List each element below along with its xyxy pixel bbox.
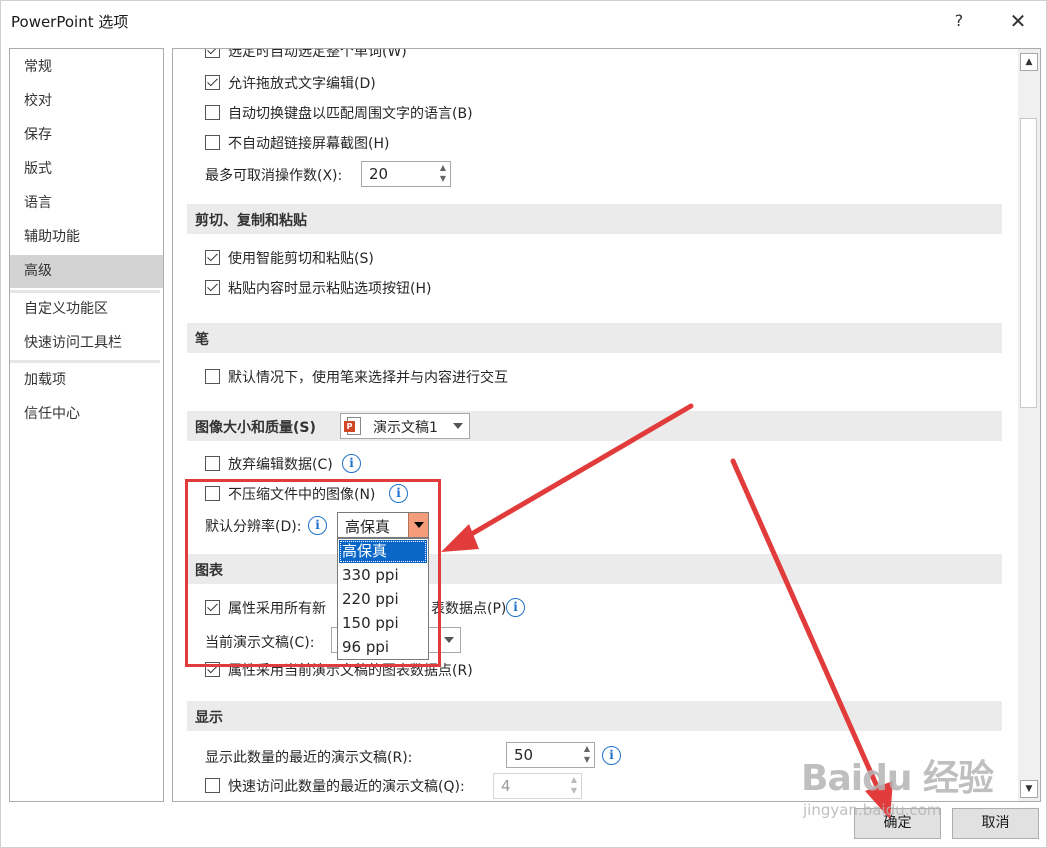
info-icon[interactable]: i (506, 598, 525, 617)
resolution-option[interactable]: 96 ppi (339, 636, 427, 659)
quick-access-value: 4 (501, 777, 511, 795)
no-compress-checkbox[interactable] (205, 486, 220, 501)
quick-access-stepper[interactable]: 4 ▲ ▼ (493, 773, 582, 799)
section-header-display: 显示 (187, 701, 1002, 731)
section-title: 剪切、复制和粘贴 (195, 213, 307, 229)
section-title: 笔 (195, 332, 209, 348)
default-resolution-value: 高保真 (345, 518, 391, 536)
cancel-button[interactable]: 取消 (952, 808, 1039, 839)
auto-select-word-label: 选定时自动选定整个单词(W) (228, 48, 407, 60)
properties-current-label: 属性采用当前演示文稿的图表数据点(R) (228, 663, 473, 679)
smart-cut-checkbox[interactable] (205, 250, 220, 265)
properties-current-checkbox[interactable] (205, 662, 220, 677)
sidebar-item-save[interactable]: 保存 (10, 119, 163, 152)
sidebar-item-accessibility[interactable]: 辅助功能 (10, 221, 163, 254)
max-undo-label: 最多可取消操作数(X): (205, 168, 343, 184)
chevron-down-icon (444, 637, 454, 643)
section-header-cut-copy-paste: 剪切、复制和粘贴 (187, 204, 1002, 234)
sidebar-item-proofing[interactable]: 校对 (10, 85, 163, 118)
sidebar-item-add-ins[interactable]: 加载项 (10, 364, 163, 397)
auto-keyboard-label: 自动切换键盘以匹配周围文字的语言(B) (228, 106, 473, 122)
properties-all-checkbox[interactable] (205, 600, 220, 615)
show-paste-options-checkbox[interactable] (205, 280, 220, 295)
no-hyperlink-screenshot-checkbox[interactable] (205, 135, 220, 150)
watermark-logo: Baidu 经验 (801, 758, 994, 799)
title-bar: PowerPoint 选项 ? ✕ (1, 1, 1047, 41)
options-dialog: PowerPoint 选项 ? ✕ 常规 校对 保存 版式 语言 辅助功能 高级… (0, 0, 1047, 848)
quick-access-label: 快速访问此数量的最近的演示文稿(Q): (228, 779, 465, 795)
allow-drag-drop-label: 允许拖放式文字编辑(D) (228, 76, 376, 92)
info-icon[interactable]: i (342, 454, 361, 473)
sidebar-item-language[interactable]: 语言 (10, 187, 163, 220)
current-presentation-label: 当前演示文稿(C): (205, 635, 315, 651)
resolution-option[interactable]: 330 ppi (339, 564, 427, 587)
document-select[interactable]: P 演示文稿1 (340, 413, 470, 439)
info-icon[interactable]: i (389, 484, 408, 503)
resolution-options-list: 高保真 330 ppi 220 ppi 150 ppi 96 ppi (337, 538, 429, 660)
settings-pane: 选定时自动选定整个单词(W) 允许拖放式文字编辑(D) 自动切换键盘以匹配周围文… (172, 48, 1041, 802)
section-title: 图像大小和质量(S) (195, 420, 316, 436)
section-header-chart: 图表 (187, 554, 1002, 584)
recent-count-stepper[interactable]: 50 ▲ ▼ (506, 742, 595, 768)
no-hyperlink-screenshot-label: 不自动超链接屏幕截图(H) (228, 136, 390, 152)
section-header-image-quality: 图像大小和质量(S) (187, 411, 1002, 441)
recent-count-value: 50 (514, 746, 534, 764)
smart-cut-label: 使用智能剪切和粘贴(S) (228, 251, 374, 267)
powerpoint-file-icon: P (344, 417, 361, 435)
scrollbar-thumb[interactable] (1020, 118, 1037, 408)
scroll-down-icon[interactable]: ▼ (1020, 780, 1038, 798)
watermark-url: jingyan.baidu.com (803, 801, 942, 819)
recent-count-label: 显示此数量的最近的演示文稿(R): (205, 750, 413, 766)
sidebar-item-advanced[interactable]: 高级 (10, 255, 163, 288)
dropdown-arrow-icon[interactable] (408, 513, 428, 537)
sidebar-item-trust-center[interactable]: 信任中心 (10, 398, 163, 431)
sidebar-item-quick-access-toolbar[interactable]: 快速访问工具栏 (10, 327, 163, 360)
section-title: 图表 (195, 563, 223, 579)
vertical-scrollbar[interactable]: ▲ ▼ (1018, 49, 1040, 801)
dialog-title: PowerPoint 选项 (11, 13, 129, 31)
stepper-arrows-icon[interactable]: ▲ ▼ (436, 162, 450, 186)
chevron-down-icon (453, 423, 463, 429)
no-compress-label: 不压缩文件中的图像(N) (228, 487, 376, 503)
close-button[interactable]: ✕ (1003, 7, 1033, 35)
section-header-pen: 笔 (187, 323, 1002, 353)
discard-edit-data-label: 放弃编辑数据(C) (228, 457, 333, 473)
quick-access-checkbox[interactable] (205, 778, 220, 793)
stepper-arrows-icon[interactable]: ▲ ▼ (567, 774, 581, 798)
max-undo-value: 20 (369, 165, 389, 183)
properties-all-label: 属性采用所有新 (228, 601, 326, 617)
use-pen-label: 默认情况下，使用笔来选择并与内容进行交互 (228, 370, 508, 386)
section-title: 显示 (195, 710, 223, 726)
show-paste-options-label: 粘贴内容时显示粘贴选项按钮(H) (228, 281, 432, 297)
sidebar-item-general[interactable]: 常规 (10, 51, 163, 84)
category-sidebar: 常规 校对 保存 版式 语言 辅助功能 高级 自定义功能区 快速访问工具栏 加载… (9, 48, 164, 802)
document-select-value: 演示文稿1 (373, 420, 438, 436)
resolution-option[interactable]: 220 ppi (339, 588, 427, 611)
default-resolution-select[interactable]: 高保真 (337, 512, 429, 538)
default-resolution-label: 默认分辨率(D): (205, 519, 302, 535)
auto-select-word-checkbox[interactable] (205, 49, 220, 58)
auto-keyboard-checkbox[interactable] (205, 105, 220, 120)
sidebar-divider (10, 360, 160, 363)
properties-all-label-tail: 表数据点(P) (431, 601, 507, 617)
sidebar-item-customize-ribbon[interactable]: 自定义功能区 (10, 293, 163, 326)
sidebar-item-layout[interactable]: 版式 (10, 153, 163, 186)
info-icon[interactable]: i (308, 516, 327, 535)
use-pen-checkbox[interactable] (205, 369, 220, 384)
info-icon[interactable]: i (602, 746, 621, 765)
resolution-option[interactable]: 高保真 (339, 540, 427, 563)
scroll-up-icon[interactable]: ▲ (1020, 53, 1038, 71)
stepper-arrows-icon[interactable]: ▲ ▼ (580, 743, 594, 767)
allow-drag-drop-checkbox[interactable] (205, 75, 220, 90)
max-undo-stepper[interactable]: 20 ▲ ▼ (361, 161, 451, 187)
resolution-option[interactable]: 150 ppi (339, 612, 427, 635)
discard-edit-data-checkbox[interactable] (205, 456, 220, 471)
help-button[interactable]: ? (944, 7, 974, 35)
